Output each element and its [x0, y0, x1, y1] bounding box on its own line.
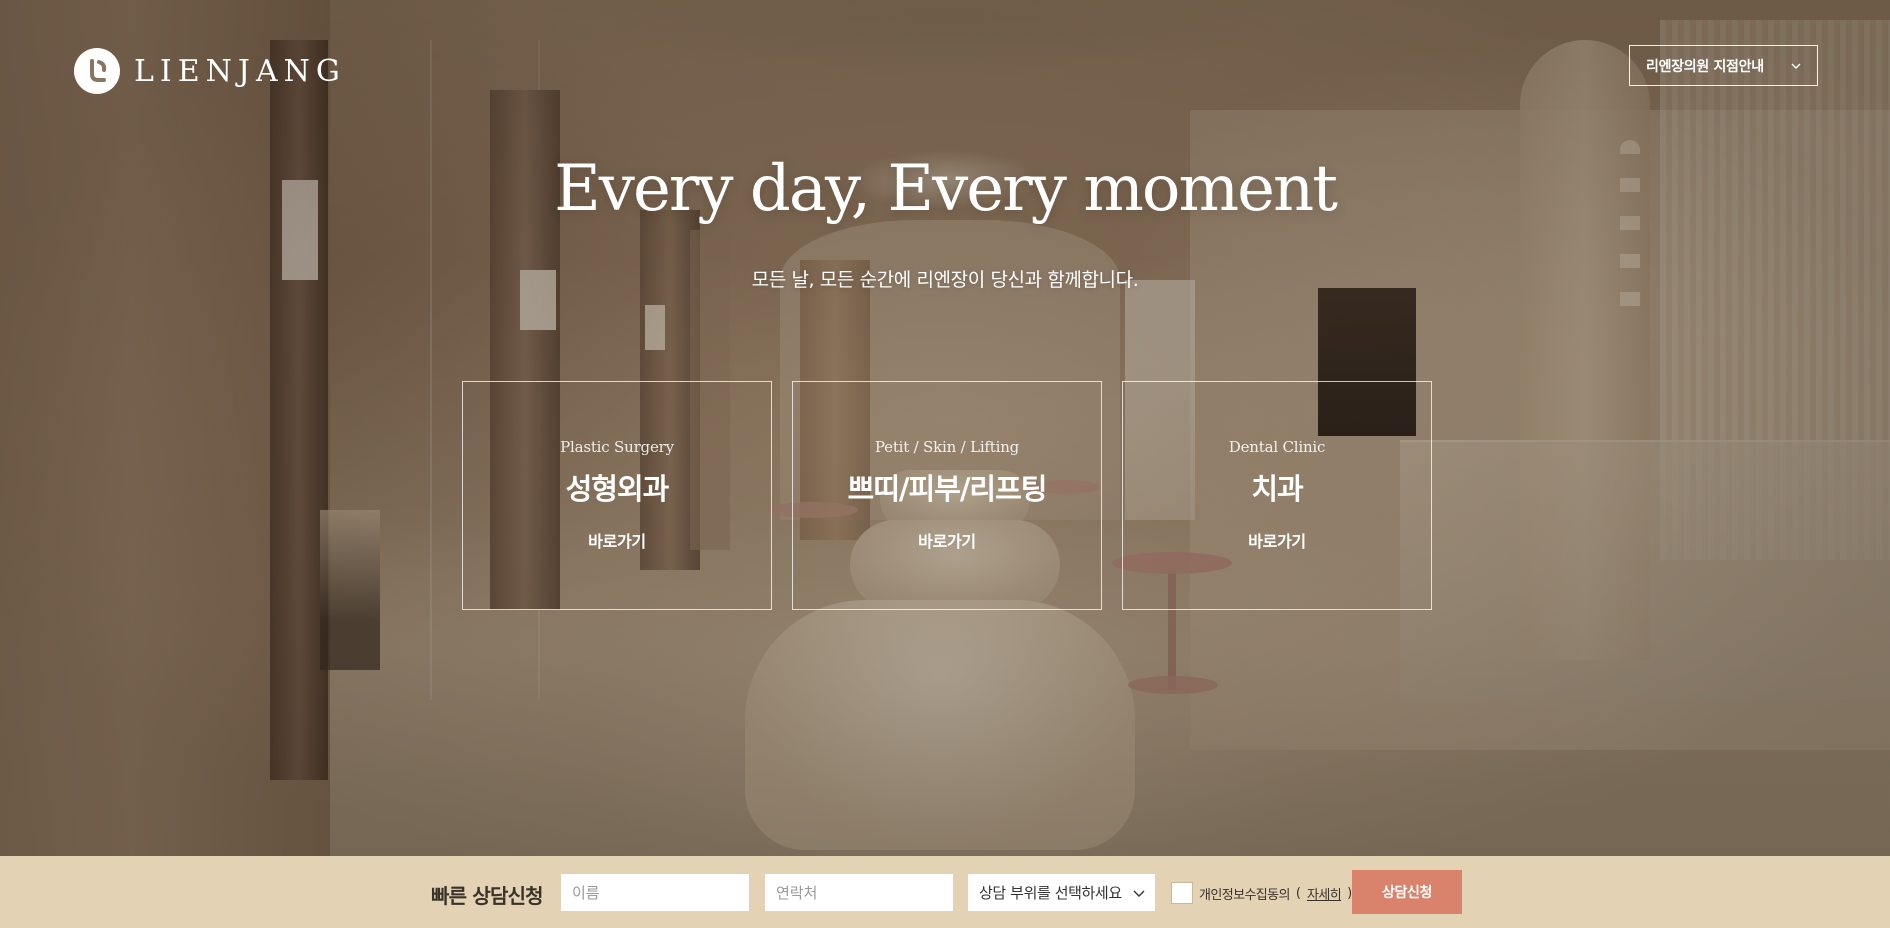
- lienjang-logo-icon: [74, 48, 120, 94]
- privacy-agree-label: 개인정보수집동의: [1199, 887, 1290, 903]
- card-korean-title: 성형외과: [565, 472, 670, 506]
- branch-locator-dropdown[interactable]: 리엔장의원 지점안내: [1629, 45, 1818, 86]
- name-input[interactable]: [561, 874, 749, 911]
- card-plastic-surgery[interactable]: Plastic Surgery 성형외과 바로가기: [462, 381, 772, 610]
- chevron-down-icon: [1791, 56, 1801, 75]
- card-shortcut-link[interactable]: 바로가기: [1248, 528, 1306, 552]
- card-dental-clinic[interactable]: Dental Clinic 치과 바로가기: [1122, 381, 1432, 610]
- consult-part-label: 상담 부위를 선택하세요: [979, 884, 1122, 902]
- card-korean-title: 쁘띠/피부/리프팅: [847, 472, 1048, 506]
- card-korean-title: 치과: [1251, 472, 1303, 506]
- card-petit-skin-lifting[interactable]: Petit / Skin / Lifting 쁘띠/피부/리프팅 바로가기: [792, 381, 1102, 610]
- department-cards: Plastic Surgery 성형외과 바로가기 Petit / Skin /…: [462, 381, 1432, 610]
- card-shortcut-link[interactable]: 바로가기: [918, 528, 976, 552]
- site-logo[interactable]: LIENJANG: [74, 47, 346, 95]
- privacy-agreement: 개인정보수집동의(자세히): [1171, 882, 1352, 904]
- hero-subline: 모든 날, 모든 순간에 리엔장이 당신과 함께합니다.: [751, 269, 1139, 291]
- consult-submit-button[interactable]: 상담신청: [1352, 870, 1462, 914]
- card-shortcut-link[interactable]: 바로가기: [588, 528, 646, 552]
- checkbox-icon[interactable]: [1171, 882, 1193, 904]
- phone-input[interactable]: [765, 874, 953, 911]
- card-english-title: Dental Clinic: [1228, 438, 1326, 456]
- chevron-down-icon: [1133, 883, 1145, 902]
- consult-part-select[interactable]: 상담 부위를 선택하세요: [968, 874, 1155, 911]
- card-english-title: Plastic Surgery: [560, 438, 674, 456]
- paren-open: (: [1295, 885, 1301, 901]
- branch-locator-label: 리엔장의원 지점안내: [1646, 58, 1764, 75]
- quick-consult-title: 빠른 상담신청: [431, 884, 544, 908]
- quick-consult-bar: 빠른 상담신청 상담 부위를 선택하세요 개인정보수집동의(자세히) 상담신청: [0, 856, 1890, 928]
- privacy-details-link[interactable]: 자세히: [1307, 884, 1342, 903]
- card-english-title: Petit / Skin / Lifting: [874, 438, 1020, 456]
- hero-headline: Every day, Every moment: [554, 152, 1338, 226]
- logo-wordmark: LIENJANG: [134, 53, 346, 89]
